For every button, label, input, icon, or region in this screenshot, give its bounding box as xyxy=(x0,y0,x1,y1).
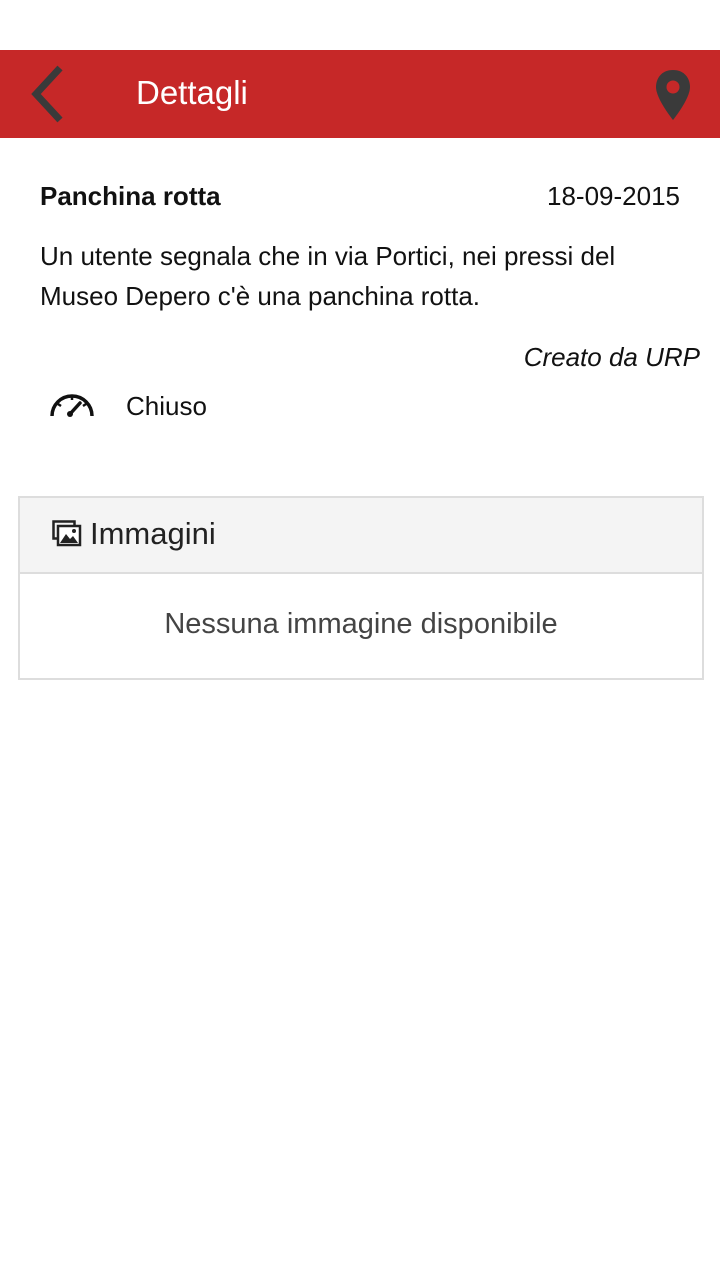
images-panel-title: Immagini xyxy=(90,516,216,551)
map-button[interactable] xyxy=(648,68,698,126)
map-pin-icon xyxy=(656,70,690,120)
status-label: Chiuso xyxy=(126,391,207,421)
report-title: Panchina rotta xyxy=(40,181,221,211)
status-bar xyxy=(0,0,720,50)
images-empty-message: Nessuna immagine disponibile xyxy=(164,608,558,640)
images-panel-header: Immagini xyxy=(20,498,702,574)
report-creator: Creato da URP xyxy=(523,342,700,372)
chevron-left-icon xyxy=(31,65,63,123)
report-description: Un utente segnala che in via Portici, ne… xyxy=(40,241,616,311)
page-title: Dettagli xyxy=(136,74,248,111)
images-icon xyxy=(52,520,82,548)
images-panel: Immagini Nessuna immagine disponibile xyxy=(18,496,704,680)
speedometer-icon xyxy=(46,382,98,422)
back-button[interactable] xyxy=(22,62,78,126)
report-date: 18-09-2015 xyxy=(547,181,680,211)
app-bar: Dettagli xyxy=(0,50,720,138)
